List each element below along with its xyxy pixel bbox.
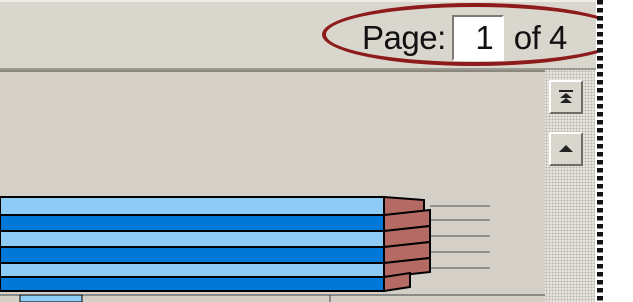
right-margin [603,0,633,302]
highlight-callout-oval [322,3,627,66]
chart-bar [0,262,385,278]
chart-bar [0,230,385,248]
double-up-arrow-icon [559,90,573,103]
chart-bar-end [383,271,411,293]
chart-bar [0,276,385,292]
chart-bar [0,214,385,232]
chart-bar [0,196,385,216]
up-arrow-icon [559,145,573,152]
previous-page-button[interactable] [549,132,583,166]
vertical-scrollbar[interactable] [545,70,595,302]
first-page-button[interactable] [549,80,583,114]
chart-bar-partial [19,294,83,302]
bar-chart-preview [0,195,545,302]
toolbar-highlight [0,0,596,2]
chart-bar [0,246,385,264]
